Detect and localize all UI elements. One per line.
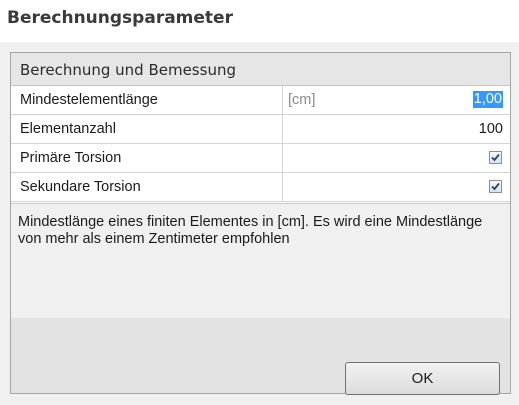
property-panel: Berechnung und Bemessung Mindestelementl… [10, 52, 511, 395]
ok-button[interactable]: OK [345, 362, 500, 395]
column-divider [282, 115, 283, 144]
checkmark-icon [491, 182, 500, 191]
description-text: Mindestlänge eines finiten Elementes in … [18, 214, 483, 247]
button-bar: OK [11, 318, 510, 395]
group-header-label: Berechnung und Bemessung [20, 61, 236, 79]
property-row-primaere-torsion[interactable]: Primäre Torsion [11, 144, 510, 173]
sekundare-torsion-checkbox[interactable] [489, 180, 502, 193]
property-unit: [cm] [288, 92, 316, 108]
description-area: Mindestlänge eines finiten Elementes in … [11, 203, 510, 318]
property-row-elementanzahl[interactable]: Elementanzahl 100 [11, 115, 510, 144]
title-bar: Berechnungsparameter [0, 0, 519, 42]
mindestelementlaenge-input[interactable]: 1,00 [472, 91, 503, 108]
property-name: Elementanzahl [20, 121, 116, 137]
property-grid: Mindestelementlänge [cm] 1,00 Elementanz… [11, 86, 510, 202]
property-name: Primäre Torsion [20, 150, 122, 166]
column-divider [282, 144, 283, 173]
dialog-title: Berechnungsparameter [7, 8, 233, 28]
primaere-torsion-checkbox[interactable] [489, 151, 502, 164]
property-row-sekundare-torsion[interactable]: Sekundare Torsion [11, 173, 510, 202]
group-header[interactable]: Berechnung und Bemessung [11, 53, 510, 86]
checkmark-icon [491, 153, 500, 162]
elementanzahl-input[interactable]: 100 [479, 121, 503, 137]
column-divider [282, 86, 283, 115]
property-name: Mindestelementlänge [20, 92, 158, 108]
berechnungsparameter-dialog: Berechnungsparameter Berechnung und Beme… [0, 0, 519, 405]
column-divider [282, 173, 283, 202]
property-row-mindestelementlaenge[interactable]: Mindestelementlänge [cm] 1,00 [11, 86, 510, 115]
property-name: Sekundare Torsion [20, 179, 141, 195]
